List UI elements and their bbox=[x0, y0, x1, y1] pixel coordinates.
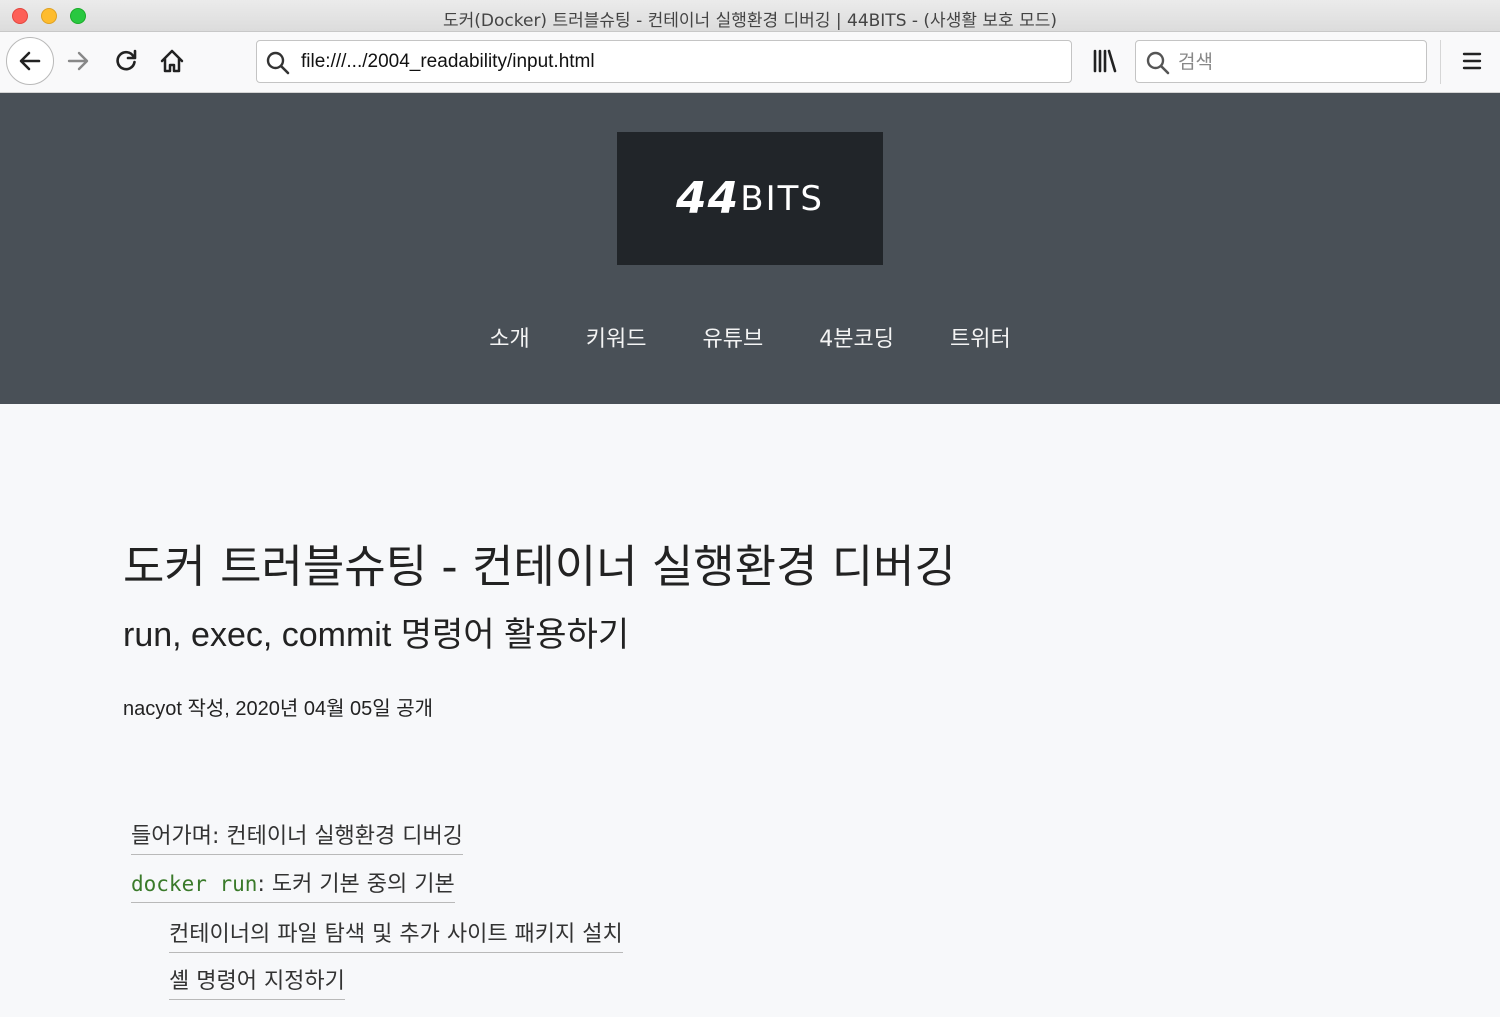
browser-toolbar: file:///.../2004_readability/input.html bbox=[0, 32, 1500, 93]
logo-word: BITS bbox=[740, 178, 824, 219]
site-header: 44 BITS 소개 키워드 유튜브 4분코딩 트위터 bbox=[0, 93, 1500, 404]
post-meta: nacyot 작성, 2020년 04월 05일 공개 bbox=[123, 698, 434, 720]
home-button[interactable] bbox=[157, 46, 187, 76]
hamburger-menu-icon bbox=[1460, 49, 1484, 73]
nav-item-4min-coding[interactable]: 4분코딩 bbox=[791, 321, 922, 353]
nav-item-twitter[interactable]: 트위터 bbox=[922, 321, 1039, 353]
site-logo[interactable]: 44 BITS bbox=[617, 132, 883, 265]
toc-item-label: : 도커 기본 중의 기본 bbox=[257, 872, 455, 897]
arrow-left-icon bbox=[17, 48, 43, 74]
forward-button[interactable] bbox=[63, 46, 93, 76]
reload-button[interactable] bbox=[111, 46, 141, 76]
search-bar[interactable] bbox=[1135, 40, 1427, 83]
post-subtitle: run, exec, commit 명령어 활용하기 bbox=[123, 616, 630, 654]
address-bar[interactable]: file:///.../2004_readability/input.html bbox=[256, 40, 1072, 83]
menu-button[interactable] bbox=[1457, 46, 1487, 76]
arrow-right-icon bbox=[65, 48, 91, 74]
toc-code: docker run bbox=[131, 872, 258, 896]
library-button[interactable] bbox=[1089, 46, 1119, 76]
toc-item-shell-command[interactable]: 셸 명령어 지정하기 bbox=[169, 963, 345, 1000]
url-text[interactable]: file:///.../2004_readability/input.html bbox=[301, 51, 595, 73]
nav-item-about[interactable]: 소개 bbox=[461, 321, 557, 353]
reload-icon bbox=[113, 48, 139, 74]
search-input[interactable] bbox=[1178, 48, 1418, 76]
logo-number: 44 bbox=[676, 173, 740, 224]
site-nav: 소개 키워드 유튜브 4분코딩 트위터 bbox=[0, 321, 1500, 353]
toc-item-intro[interactable]: 들어가며: 컨테이너 실행환경 디버깅 bbox=[131, 818, 463, 855]
nav-item-youtube[interactable]: 유튜브 bbox=[675, 321, 792, 353]
nav-item-keywords[interactable]: 키워드 bbox=[558, 321, 675, 353]
back-button[interactable] bbox=[6, 37, 54, 85]
search-icon bbox=[1145, 50, 1171, 80]
toc-item-file-explore[interactable]: 컨테이너의 파일 탐색 및 추가 사이트 패키지 설치 bbox=[169, 916, 623, 953]
toolbar-separator bbox=[1440, 40, 1441, 84]
library-icon bbox=[1090, 48, 1118, 74]
post-title: 도커 트러블슈팅 - 컨테이너 실행환경 디버깅 bbox=[123, 540, 956, 593]
toc-item-docker-run[interactable]: docker run: 도커 기본 중의 기본 bbox=[131, 866, 455, 903]
window-title: 도커(Docker) 트러블슈팅 - 컨테이너 실행환경 디버깅 | 44BIT… bbox=[443, 11, 1057, 31]
window-titlebar: 도커(Docker) 트러블슈팅 - 컨테이너 실행환경 디버깅 | 44BIT… bbox=[0, 0, 1500, 32]
search-icon bbox=[265, 50, 291, 80]
home-icon bbox=[158, 47, 186, 75]
